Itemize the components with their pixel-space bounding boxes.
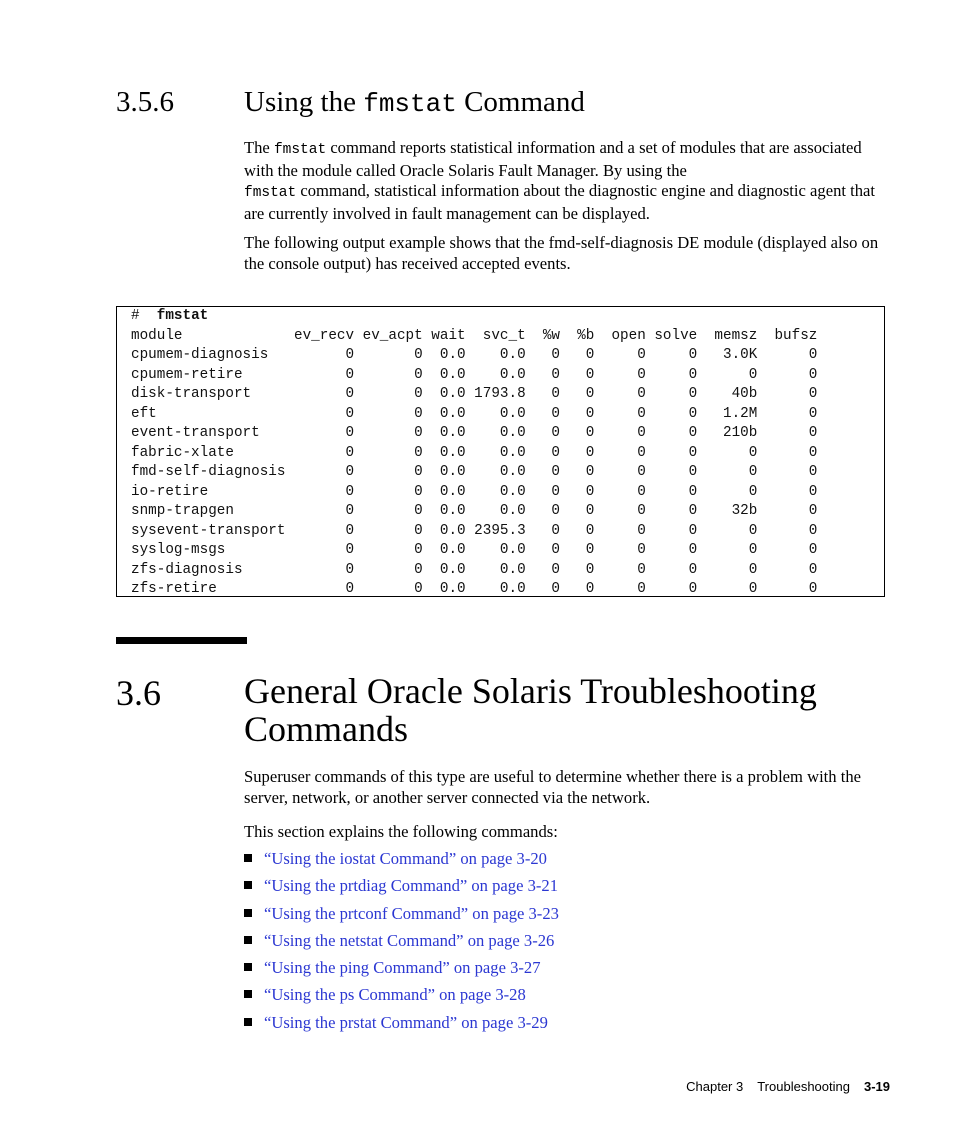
output-row: fabric-xlate 0 0 0.0 0.0 0 0 0 0 0 0 [131, 444, 818, 461]
cross-reference-link[interactable]: “Using the ps Command” on page 3-28 [264, 985, 526, 1004]
output-header-row: module ev_recv ev_acpt wait svc_t %w %b … [131, 327, 818, 344]
list-item: “Using the ping Command” on page 3-27 [244, 958, 559, 985]
page-footer: Chapter 3 Troubleshooting 3-19 [686, 1079, 890, 1094]
output-row: syslog-msgs 0 0 0.0 0.0 0 0 0 0 0 0 [131, 542, 818, 558]
output-row: zfs-diagnosis 0 0 0.0 0.0 0 0 0 0 0 0 [131, 561, 818, 578]
commands-intro-paragraph: This section explains the following comm… [244, 822, 558, 841]
list-item: “Using the iostat Command” on page 3-20 [244, 849, 559, 876]
output-row: eft 0 0 0.0 0.0 0 0 0 0 1.2M 0 [131, 405, 818, 422]
list-item: “Using the prtdiag Command” on page 3-21 [244, 876, 559, 903]
commands-link-list: “Using the iostat Command” on page 3-20 “… [244, 849, 559, 1040]
square-bullet-icon [244, 990, 252, 999]
section-number-3-5-6: 3.5.6 [116, 86, 174, 118]
footer-chapter: Chapter 3 [686, 1079, 744, 1094]
fmstat-description-paragraph: The fmstat command reports statistical i… [244, 138, 894, 224]
list-item: “Using the netstat Command” on page 3-26 [244, 931, 559, 958]
command-text: fmstat [156, 308, 209, 324]
cross-reference-link[interactable]: “Using the prtdiag Command” on page 3-21 [264, 876, 558, 895]
text: command reports statistical information … [244, 138, 862, 180]
output-row: event-transport 0 0 0.0 0.0 0 0 0 0 210b… [131, 425, 818, 441]
title-prefix: Using the [244, 86, 364, 118]
square-bullet-icon [244, 935, 252, 944]
footer-page-number: 3-19 [863, 1079, 890, 1094]
list-item: “Using the prtconf Command” on page 3-23 [244, 904, 559, 931]
cross-reference-link[interactable]: “Using the prtconf Command” on page 3-23 [264, 904, 559, 923]
cross-reference-link[interactable]: “Using the ping Command” on page 3-27 [264, 958, 541, 977]
superuser-paragraph: Superuser commands of this type are usef… [244, 767, 862, 807]
square-bullet-icon [244, 881, 252, 890]
section-title-troubleshooting: General Oracle Solaris Troubleshooting C… [244, 671, 817, 749]
shell-prompt: # [131, 308, 157, 324]
output-row: snmp-trapgen 0 0 0.0 0.0 0 0 0 0 32b 0 [131, 503, 818, 519]
fmstat-output: # fmstat module ev_recv ev_acpt wait svc_… [131, 307, 817, 600]
square-bullet-icon [244, 854, 252, 862]
square-bullet-icon [244, 963, 252, 972]
title-code: fmstat [363, 89, 457, 119]
output-row: cpumem-retire 0 0 0.0 0.0 0 0 0 0 0 0 [131, 366, 818, 383]
cross-reference-link[interactable]: “Using the iostat Command” on page 3-20 [264, 849, 547, 868]
square-bullet-icon [244, 908, 252, 917]
cross-reference-link[interactable]: “Using the prstat Command” on page 3-29 [264, 1013, 548, 1032]
output-row: cpumem-diagnosis 0 0 0.0 0.0 0 0 0 0 3.0… [131, 347, 818, 363]
output-row: zfs-retire 0 0 0.0 0.0 0 0 0 0 0 0 [131, 581, 818, 597]
section-rule [116, 637, 247, 644]
section-number-3-6: 3.6 [116, 673, 161, 713]
output-row: io-retire 0 0 0.0 0.0 0 0 0 0 0 0 [131, 483, 818, 500]
section-title-fmstat: Using the fmstat Command [244, 86, 585, 119]
square-bullet-icon [244, 1017, 252, 1026]
title-suffix: Command [456, 86, 585, 118]
list-item: “Using the prstat Command” on page 3-29 [244, 1013, 559, 1040]
cross-reference-link[interactable]: “Using the netstat Command” on page 3-26 [264, 931, 554, 950]
inline-code: fmstat [273, 142, 327, 158]
output-row: sysevent-transport 0 0 0.0 2395.3 0 0 0 … [131, 522, 818, 539]
inline-code: fmstat [244, 185, 297, 201]
output-row: fmd-self-diagnosis 0 0 0.0 0.0 0 0 0 0 0… [131, 464, 818, 480]
footer-chapter-title: Troubleshooting [757, 1079, 850, 1094]
output-example-paragraph: The following output example shows that … [244, 233, 879, 273]
text: The [244, 138, 274, 157]
command-line: # fmstat [131, 307, 817, 327]
output-row: disk-transport 0 0 0.0 1793.8 0 0 0 0 40… [131, 386, 818, 402]
text: command, statistical information about t… [244, 181, 876, 223]
list-item: “Using the ps Command” on page 3-28 [244, 985, 559, 1012]
code-example-box: # fmstat module ev_recv ev_acpt wait svc_… [116, 306, 885, 597]
